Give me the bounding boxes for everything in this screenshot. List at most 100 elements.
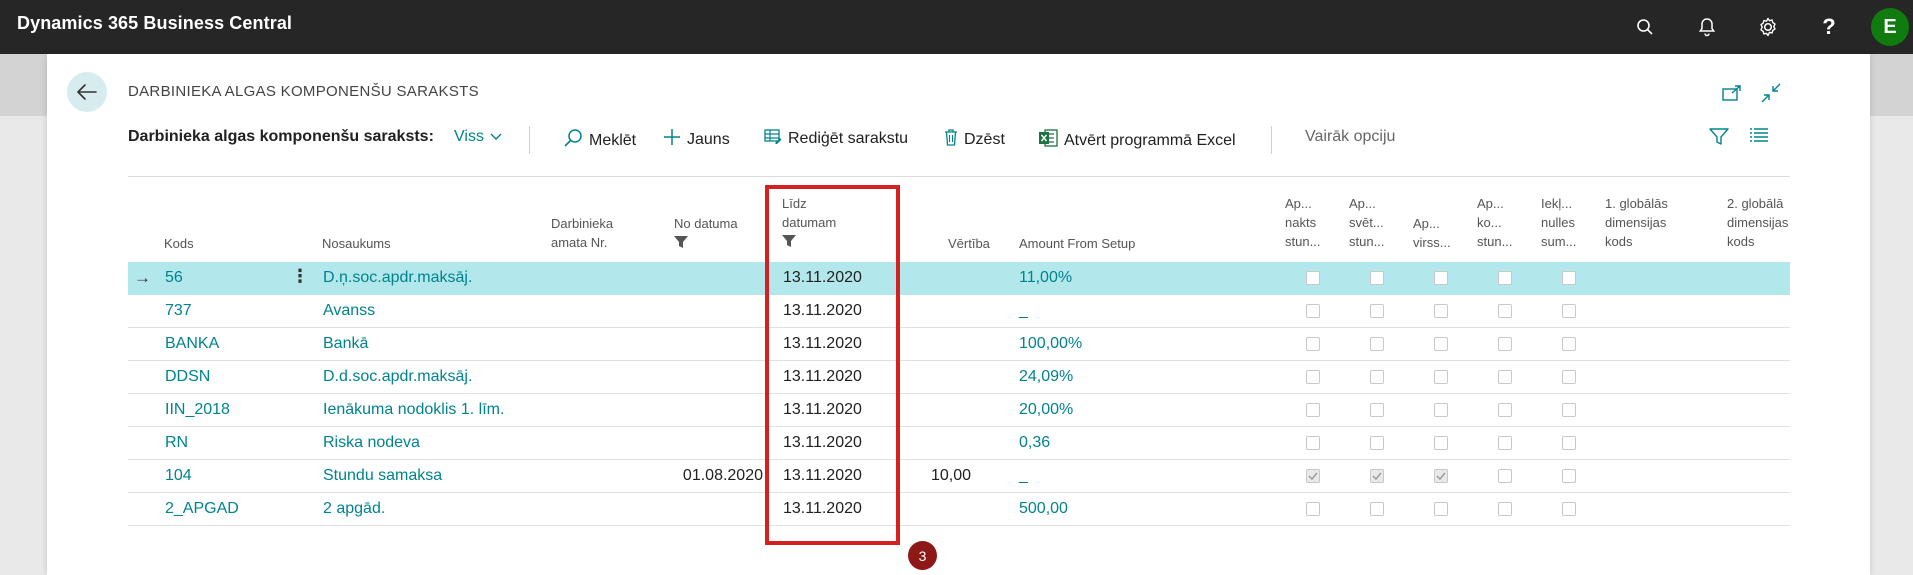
row-checkbox[interactable] xyxy=(1306,502,1320,516)
search-icon[interactable] xyxy=(1632,14,1658,40)
row-checkbox[interactable] xyxy=(1498,337,1512,351)
column-header-code[interactable]: Kods xyxy=(164,234,194,253)
row-checkbox[interactable] xyxy=(1434,370,1448,384)
back-button[interactable] xyxy=(67,72,107,112)
row-checkbox[interactable] xyxy=(1498,469,1512,483)
new-button[interactable]: Jauns xyxy=(663,128,730,151)
column-header-holiday-hours[interactable]: Ap... svēt... stun... xyxy=(1349,194,1384,251)
gear-icon[interactable] xyxy=(1755,14,1781,40)
view-filter-dropdown[interactable]: Viss xyxy=(454,128,502,146)
search-button[interactable]: Meklēt xyxy=(563,128,636,153)
cell-name[interactable]: Stundu samaksa xyxy=(323,467,442,485)
more-options-button[interactable]: Vairāk opciju xyxy=(1305,128,1395,146)
cell-name[interactable]: Riska nodeva xyxy=(323,434,420,452)
column-header-position[interactable]: Darbinieka amata Nr. xyxy=(551,214,613,252)
edit-list-button[interactable]: Rediģēt sarakstu xyxy=(764,128,908,149)
row-checkbox[interactable] xyxy=(1498,403,1512,417)
table-row[interactable]: DDSN D.d.soc.apdr.maksāj. 13.11.2020 24,… xyxy=(128,361,1790,394)
row-checkbox[interactable] xyxy=(1370,469,1384,483)
row-checkbox[interactable] xyxy=(1562,304,1576,318)
row-checkbox[interactable] xyxy=(1562,271,1576,285)
app-title[interactable]: Dynamics 365 Business Central xyxy=(17,13,292,34)
cell-amount[interactable]: 0,36 xyxy=(1019,434,1050,452)
row-checkbox[interactable] xyxy=(1562,403,1576,417)
row-actions-icon[interactable]: ⋮ xyxy=(291,266,309,287)
open-new-window-icon[interactable] xyxy=(1721,82,1743,104)
avatar[interactable]: E xyxy=(1871,8,1909,46)
cell-name[interactable]: D.d.soc.apdr.maksāj. xyxy=(323,368,472,386)
row-checkbox[interactable] xyxy=(1498,436,1512,450)
cell-amount[interactable]: 24,09% xyxy=(1019,368,1073,386)
row-checkbox[interactable] xyxy=(1434,337,1448,351)
row-checkbox[interactable] xyxy=(1562,436,1576,450)
table-row[interactable]: → 56 ⋮ D.ņ.soc.apdr.maksāj. 13.11.2020 1… xyxy=(128,262,1790,295)
column-header-overtime[interactable]: Ap... virss... xyxy=(1413,214,1451,252)
row-checkbox[interactable] xyxy=(1498,304,1512,318)
column-header-night-hours[interactable]: Ap... nakts stun... xyxy=(1285,194,1320,251)
column-header-value[interactable]: Vērtība xyxy=(948,234,990,253)
column-header-dim2[interactable]: 2. globālā dimensijas kods xyxy=(1727,194,1789,251)
column-header-amount-from-setup[interactable]: Amount From Setup xyxy=(1019,234,1135,253)
row-checkbox[interactable] xyxy=(1370,304,1384,318)
help-icon[interactable]: ? xyxy=(1816,14,1842,40)
cell-code[interactable]: BANKA xyxy=(165,335,219,353)
cell-code[interactable]: 104 xyxy=(165,467,192,485)
cell-name[interactable]: Avanss xyxy=(323,302,375,320)
column-header-include-zero[interactable]: Iekļ... nulles sum... xyxy=(1541,194,1576,251)
row-checkbox[interactable] xyxy=(1434,304,1448,318)
cell-name[interactable]: D.ņ.soc.apdr.maksāj. xyxy=(323,269,472,287)
row-checkbox[interactable] xyxy=(1562,469,1576,483)
table-row[interactable]: 104 Stundu samaksa 01.08.2020 13.11.2020… xyxy=(128,460,1790,493)
cell-amount[interactable]: 11,00% xyxy=(1019,269,1072,287)
column-header-flag4[interactable]: Ap... ko... stun... xyxy=(1477,194,1512,251)
row-checkbox[interactable] xyxy=(1306,469,1320,483)
cell-amount[interactable]: _ xyxy=(1019,467,1028,485)
filter-pane-button[interactable] xyxy=(1709,128,1729,151)
row-checkbox[interactable] xyxy=(1562,502,1576,516)
cell-amount[interactable]: 500,00 xyxy=(1019,500,1068,518)
cell-amount[interactable]: 20,00% xyxy=(1019,401,1073,419)
row-checkbox[interactable] xyxy=(1434,469,1448,483)
cell-code[interactable]: 737 xyxy=(165,302,192,320)
row-checkbox[interactable] xyxy=(1306,304,1320,318)
table-row[interactable]: 2_APGAD 2 apgād. 13.11.2020 500,00 xyxy=(128,493,1790,526)
row-checkbox[interactable] xyxy=(1434,502,1448,516)
row-checkbox[interactable] xyxy=(1498,370,1512,384)
row-checkbox[interactable] xyxy=(1370,337,1384,351)
row-checkbox[interactable] xyxy=(1434,271,1448,285)
row-checkbox[interactable] xyxy=(1370,271,1384,285)
row-checkbox[interactable] xyxy=(1498,271,1512,285)
table-row[interactable]: 737 Avanss 13.11.2020 _ xyxy=(128,295,1790,328)
column-header-name[interactable]: Nosaukums xyxy=(322,234,391,253)
cell-name[interactable]: Ienākuma nodoklis 1. līm. xyxy=(323,401,504,419)
row-checkbox[interactable] xyxy=(1370,403,1384,417)
table-row[interactable]: RN Riska nodeva 13.11.2020 0,36 xyxy=(128,427,1790,460)
table-row[interactable]: IIN_2018 Ienākuma nodoklis 1. līm. 13.11… xyxy=(128,394,1790,427)
cell-amount[interactable]: _ xyxy=(1019,302,1028,320)
row-checkbox[interactable] xyxy=(1306,370,1320,384)
list-view-button[interactable] xyxy=(1750,128,1768,147)
row-checkbox[interactable] xyxy=(1306,271,1320,285)
column-header-dim1[interactable]: 1. globālās dimensijas kods xyxy=(1605,194,1668,251)
row-checkbox[interactable] xyxy=(1306,337,1320,351)
cell-code[interactable]: 2_APGAD xyxy=(165,500,239,518)
cell-name[interactable]: 2 apgād. xyxy=(323,500,385,518)
column-header-from-date[interactable]: No datuma xyxy=(674,214,738,254)
row-checkbox[interactable] xyxy=(1370,436,1384,450)
row-checkbox[interactable] xyxy=(1498,502,1512,516)
delete-button[interactable]: Dzēst xyxy=(944,128,1005,151)
cell-code[interactable]: IIN_2018 xyxy=(165,401,230,419)
collapse-icon[interactable] xyxy=(1760,82,1782,104)
cell-code[interactable]: RN xyxy=(165,434,188,452)
cell-code[interactable]: DDSN xyxy=(165,368,210,386)
row-checkbox[interactable] xyxy=(1562,337,1576,351)
cell-name[interactable]: Bankā xyxy=(323,335,368,353)
row-checkbox[interactable] xyxy=(1434,403,1448,417)
row-checkbox[interactable] xyxy=(1370,370,1384,384)
bell-icon[interactable] xyxy=(1694,14,1720,40)
row-checkbox[interactable] xyxy=(1434,436,1448,450)
open-in-excel-button[interactable]: Atvērt programmā Excel xyxy=(1038,128,1236,153)
row-checkbox[interactable] xyxy=(1562,370,1576,384)
row-checkbox[interactable] xyxy=(1306,403,1320,417)
cell-code[interactable]: 56 xyxy=(165,269,183,287)
